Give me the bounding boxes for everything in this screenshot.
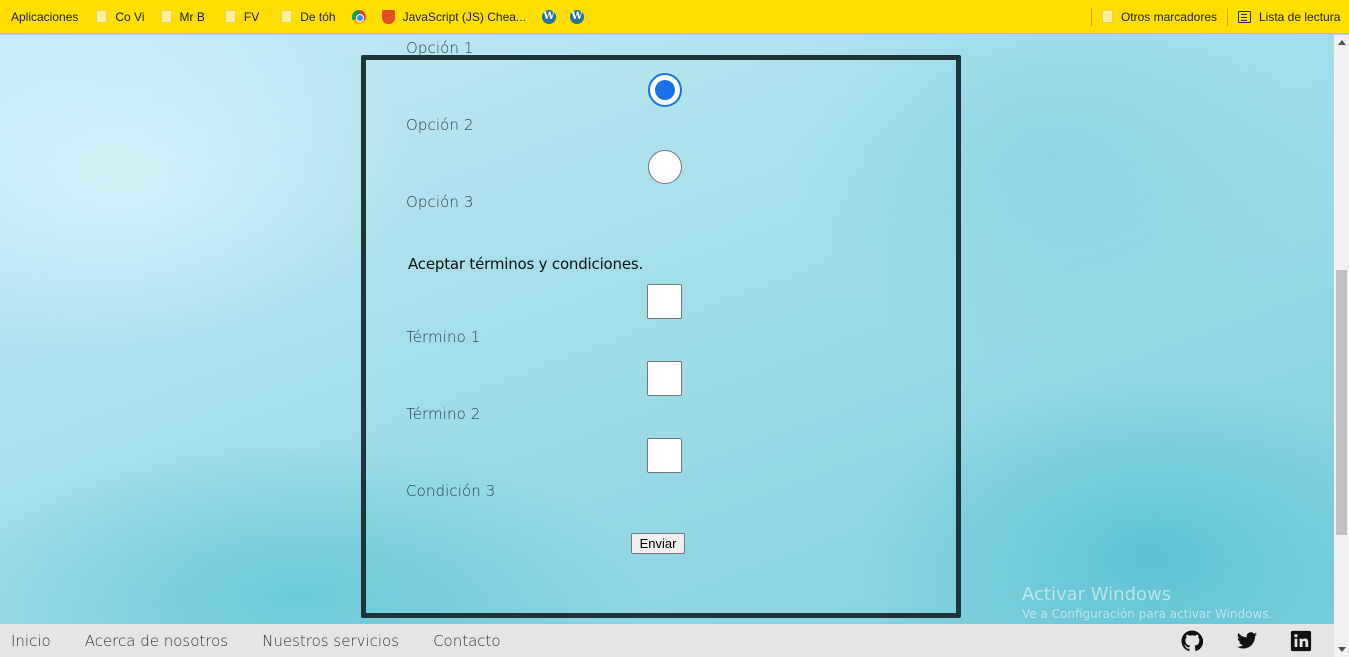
checkbox-term-2[interactable] (647, 361, 682, 396)
bookmark-label: Co Vi (115, 9, 145, 24)
radio-option-2[interactable] (648, 150, 682, 184)
radio-label-3: Opción 3 (406, 193, 474, 211)
wordpress-icon: W (541, 9, 556, 24)
term-label-3: Condición 3 (406, 482, 496, 500)
term-label-1: Término 1 (406, 328, 481, 346)
folder-icon (224, 10, 236, 23)
radio-label-1: Opción 1 (406, 39, 474, 57)
bookmark-label: De tóh (300, 9, 336, 24)
bookmark-fv[interactable]: FV (219, 0, 265, 33)
folder-icon (281, 10, 293, 23)
chrome-icon (351, 9, 366, 24)
folder-icon (96, 10, 108, 23)
bookmark-wordpress-1[interactable]: W (536, 0, 562, 33)
scrollbar-thumb[interactable] (1336, 270, 1347, 535)
folder-icon (1101, 10, 1113, 23)
watermark-title: Activar Windows (1022, 584, 1172, 605)
bookmark-reading-list[interactable]: Lista de lectura (1232, 0, 1349, 33)
bookmark-de-toh[interactable]: De tóh (275, 0, 341, 33)
bookmark-apps[interactable]: Aplicaciones (0, 0, 84, 33)
watermark-subtitle: Ve a Configuración para activar Windows. (1022, 607, 1273, 621)
bookmark-javascript[interactable]: JavaScript (JS) Chea... (376, 0, 532, 33)
radio-label-2: Opción 2 (406, 116, 474, 134)
nav-link-servicios[interactable]: Nuestros servicios (262, 632, 399, 650)
chevron-down-icon (1337, 647, 1346, 652)
nav-link-contacto[interactable]: Contacto (433, 632, 501, 650)
page-background: Opción 1 Opción 2 Opción 3 Aceptar térmi… (0, 35, 1334, 624)
linkedin-icon[interactable] (1290, 630, 1312, 652)
bookmarks-bar: Aplicaciones Co Vi Mr B FV De tóh JavaSc… (0, 0, 1349, 34)
bookmark-label: Lista de lectura (1259, 9, 1341, 24)
bookmark-separator (1227, 7, 1228, 26)
reading-list-icon (1238, 10, 1251, 23)
radio-option-1[interactable] (648, 73, 682, 107)
windows-activation-watermark: Activar Windows Ve a Configuración para … (1022, 584, 1272, 621)
twitter-icon[interactable] (1236, 630, 1258, 652)
javascript-icon (381, 9, 395, 24)
scroll-down-button[interactable] (1334, 642, 1349, 657)
bookmark-wordpress-2[interactable]: W (564, 0, 590, 33)
folder-icon (160, 10, 172, 23)
footer-nav: Inicio Acerca de nosotros Nuestros servi… (0, 624, 1334, 657)
nav-link-inicio[interactable]: Inicio (11, 632, 51, 650)
bookmark-mr-b[interactable]: Mr B (155, 0, 211, 33)
checkbox-term-1[interactable] (647, 284, 682, 319)
terms-heading: Aceptar términos y condiciones. (408, 255, 644, 273)
bookmark-label: Otros marcadores (1120, 9, 1217, 24)
term-label-2: Término 2 (406, 405, 481, 423)
chevron-up-icon (1337, 40, 1346, 45)
checkbox-condition-3[interactable] (647, 438, 682, 473)
bookmark-label: Mr B (179, 9, 205, 24)
wordpress-icon: W (569, 9, 584, 24)
bookmark-label: FV (243, 9, 260, 24)
bookmark-chrome[interactable] (346, 0, 372, 33)
bookmark-other[interactable]: Otros marcadores (1096, 0, 1223, 33)
bookmark-co-vi[interactable]: Co Vi (90, 0, 150, 33)
submit-button[interactable]: Enviar (631, 533, 685, 554)
vertical-scrollbar[interactable] (1334, 35, 1349, 657)
nav-link-acerca[interactable]: Acerca de nosotros (85, 632, 228, 650)
bookmark-label: Aplicaciones (11, 9, 79, 24)
scroll-up-button[interactable] (1334, 35, 1349, 50)
bookmark-label: JavaScript (JS) Chea... (402, 9, 526, 24)
github-icon[interactable] (1181, 630, 1203, 652)
bookmark-separator (1090, 7, 1092, 26)
